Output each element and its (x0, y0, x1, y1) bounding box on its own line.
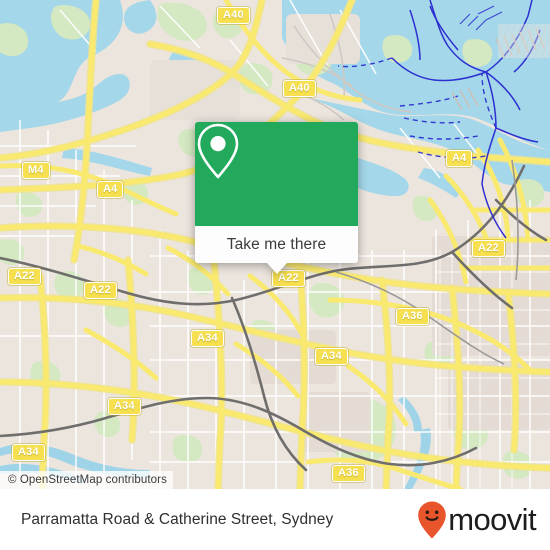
road-shield-label: A40 (289, 82, 310, 94)
location-title: Parramatta Road & Catherine Street, Sydn… (21, 510, 334, 528)
map-screenshot: A40 A40 M4 A4 A4 A22 A22 A22 A22 A36 A34 A34 A34 A34 A… (0, 0, 550, 550)
road-shield: A22 (472, 240, 505, 257)
road-shield: A22 (84, 282, 117, 299)
road-shield: A34 (191, 330, 224, 347)
road-shield-label: A34 (114, 400, 135, 412)
road-shield: A34 (12, 444, 45, 461)
road-shield: A34 (108, 398, 141, 415)
location-popup-card[interactable]: Take me there (195, 122, 358, 274)
road-shield: A4 (97, 181, 124, 198)
road-shield-label: A4 (452, 152, 467, 164)
road-shield-label: A22 (14, 270, 35, 282)
road-shield: A36 (396, 308, 429, 325)
road-shield: M4 (22, 162, 50, 179)
moovit-wordmark: moovit (448, 502, 536, 537)
popup-pointer-tail (266, 263, 287, 274)
popup-icon-panel (195, 122, 358, 226)
road-shield: A36 (332, 465, 365, 482)
road-shield: A4 (446, 150, 473, 167)
moovit-logo[interactable]: moovit (417, 500, 537, 540)
road-shield-label: A22 (478, 242, 499, 254)
take-me-there-label: Take me there (226, 235, 327, 253)
footer-bar: Parramatta Road & Catherine Street, Sydn… (0, 489, 550, 550)
road-shield: A40 (217, 7, 250, 24)
road-shield: A40 (283, 80, 316, 97)
road-shield: A22 (8, 268, 41, 285)
road-shield-label: A34 (321, 350, 342, 362)
road-shield-label: M4 (28, 164, 44, 176)
road-shield-label: A22 (90, 284, 111, 296)
road-shield-label: A4 (103, 183, 118, 195)
road-shield-label: A40 (223, 9, 244, 21)
attribution-text: © OpenStreetMap contributors (8, 474, 167, 486)
road-shield-label: A34 (18, 446, 39, 458)
take-me-there-button[interactable]: Take me there (195, 226, 358, 263)
map-attribution[interactable]: © OpenStreetMap contributors (0, 471, 173, 489)
road-shield-label: A34 (197, 332, 218, 344)
map-canvas[interactable]: A40 A40 M4 A4 A4 A22 A22 A22 A22 A36 A34 A34 A34 A34 A… (0, 0, 550, 489)
map-pin-icon (197, 123, 239, 179)
road-shield-label: A36 (338, 467, 359, 479)
moovit-smiley-pin-icon (418, 501, 447, 538)
road-shield-label: A36 (402, 310, 423, 322)
road-shield: A34 (315, 348, 348, 365)
